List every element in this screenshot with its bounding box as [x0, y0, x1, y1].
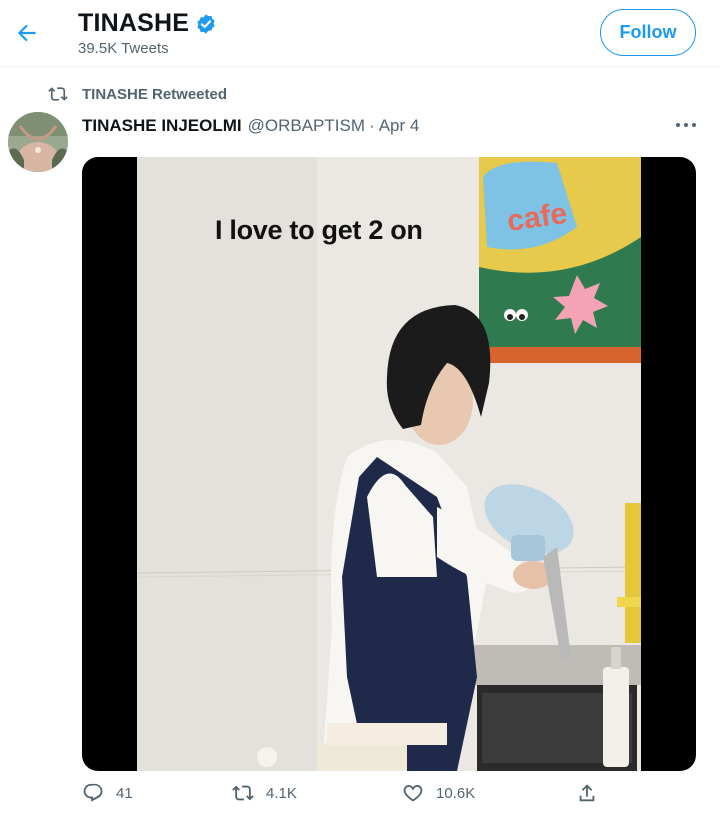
share-button[interactable]	[576, 782, 610, 804]
follow-button[interactable]: Follow	[600, 9, 696, 56]
like-count: 10.6K	[436, 784, 476, 802]
heart-icon	[403, 785, 423, 802]
retweeted-context: TINASHE Retweeted	[48, 84, 227, 104]
reply-count: 41	[116, 784, 133, 802]
video-still-image: cafe	[137, 157, 641, 771]
share-icon	[579, 784, 595, 802]
reply-button[interactable]: 41	[82, 782, 133, 804]
tweet-author-line: TINASHE INJEOLMI @ORBAPTISM · Apr 4	[82, 116, 419, 136]
more-options-icon[interactable]	[672, 114, 700, 136]
profile-title: TINASHE	[78, 9, 190, 37]
tweet-count: 39.5K Tweets	[78, 40, 169, 57]
retweet-icon	[48, 87, 68, 101]
back-arrow-icon[interactable]	[14, 20, 40, 46]
title-row: TINASHE	[78, 9, 217, 38]
video-frame: cafe I love to get 2 on	[137, 157, 641, 771]
separator-dot: ·	[369, 116, 375, 135]
author-avatar[interactable]	[8, 112, 68, 172]
author-name[interactable]: TINASHE INJEOLMI	[82, 116, 242, 136]
tweet-action-bar: 41 4.1K 10.6K	[0, 782, 720, 818]
profile-header: TINASHE 39.5K Tweets Follow	[0, 0, 720, 67]
retweet-action-icon	[232, 785, 254, 801]
video-caption: I love to get 2 on	[215, 215, 423, 245]
avatar-image	[8, 112, 68, 172]
tweet-video[interactable]: cafe I love to get 2 on	[82, 157, 696, 771]
author-handle[interactable]: @ORBAPTISM	[248, 116, 365, 136]
tweet-date[interactable]: Apr 4	[379, 116, 420, 136]
like-button[interactable]: 10.6K	[402, 782, 475, 804]
reply-icon	[83, 783, 103, 802]
retweet-count: 4.1K	[266, 784, 297, 802]
verified-badge-icon	[197, 13, 215, 34]
retweet-button[interactable]: 4.1K	[232, 782, 297, 804]
retweeted-label: TINASHE Retweeted	[82, 85, 228, 103]
